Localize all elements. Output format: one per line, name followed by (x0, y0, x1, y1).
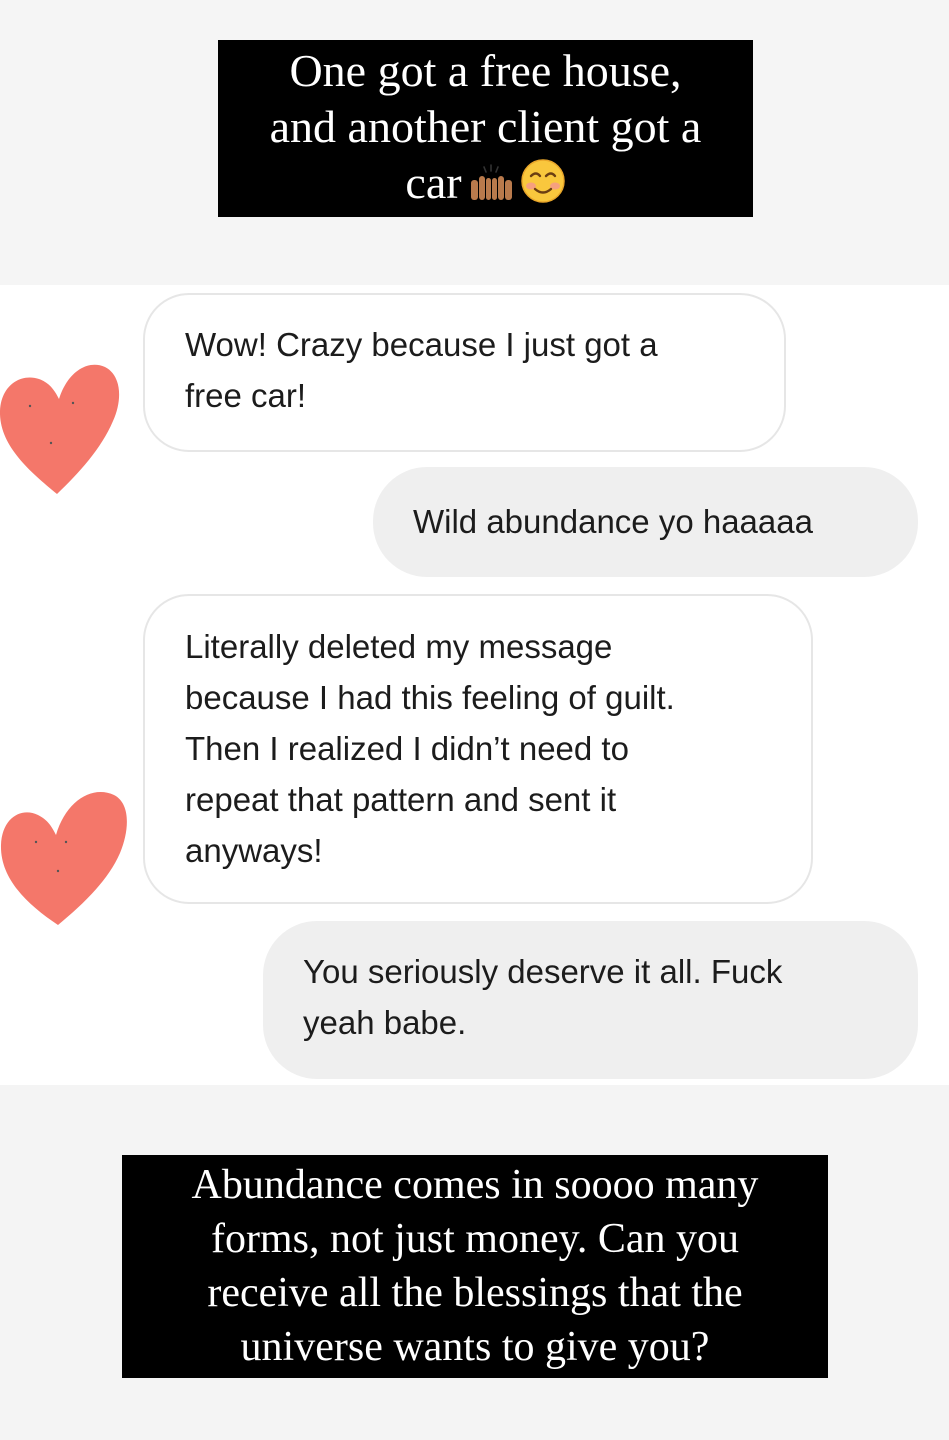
caption-word: car (405, 157, 462, 208)
incoming-message-bubble[interactable]: Wow! Crazy because I just got a free car… (143, 293, 786, 452)
message-text: repeat that pattern and sent it (185, 781, 617, 818)
message-text: because I had this feeling of guilt. (185, 679, 675, 716)
incoming-message-bubble[interactable]: Literally deleted my message because I h… (143, 594, 813, 904)
heart-icon (0, 355, 125, 500)
caption-line: universe wants to give you? (240, 1324, 710, 1370)
caption-line: receive all the blessings that the (207, 1270, 743, 1316)
message-text: anyways! (185, 832, 323, 869)
smiling-face-icon (520, 158, 566, 217)
message-text: Wild abundance yo haaaaa (413, 503, 813, 540)
raising-hands-icon (468, 161, 514, 217)
message-text: Then I realized I didn’t need to (185, 730, 629, 767)
story-caption-top: One got a free house, and another client… (218, 40, 753, 217)
message-text: yeah babe. (303, 1004, 467, 1041)
caption-line: Abundance comes in soooo many (191, 1162, 759, 1208)
caption-line: forms, not just money. Can you (210, 1216, 740, 1262)
message-text: Literally deleted my message (185, 628, 613, 665)
message-text: You seriously deserve it all. Fuck (303, 953, 783, 990)
caption-line: One got a free house, (289, 45, 682, 96)
message-text: free car! (185, 377, 307, 414)
caption-line: and another client got a (269, 101, 702, 152)
caption-line: car (218, 155, 753, 217)
heart-icon (0, 787, 132, 932)
story-caption-bottom: Abundance comes in soooo many forms, not… (122, 1155, 828, 1378)
outgoing-message-bubble[interactable]: You seriously deserve it all. Fuck yeah … (263, 921, 918, 1079)
message-text: Wow! Crazy because I just got a (185, 326, 658, 363)
outgoing-message-bubble[interactable]: Wild abundance yo haaaaa (373, 467, 918, 577)
